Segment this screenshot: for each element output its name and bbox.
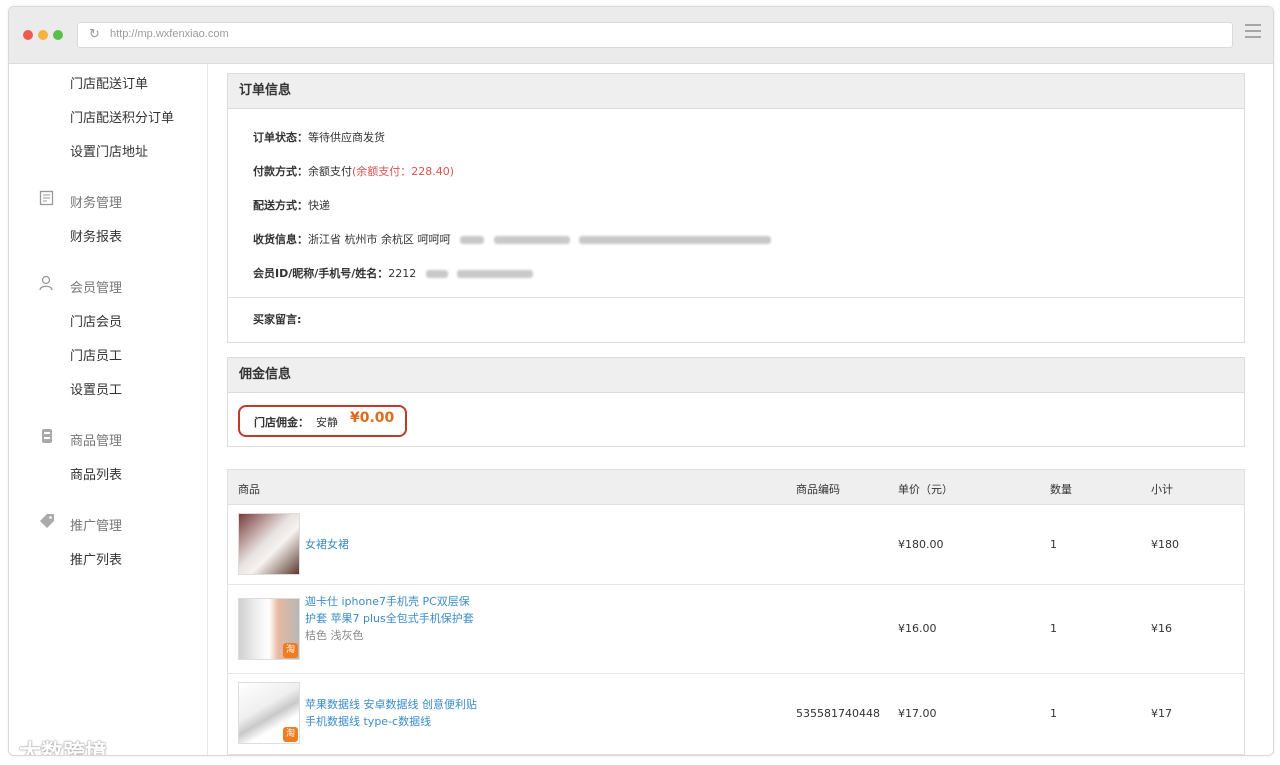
payment-value: 余额支付 (308, 165, 352, 178)
sidebar: 门店配送订单 门店配送积分订单 设置门店地址 财务管理 财务报表 会员管理 门店… (9, 64, 208, 755)
sidebar-item-store-staff[interactable]: 门店员工 (70, 345, 122, 364)
watermark-logo: 大数跨境 (19, 741, 108, 756)
table-row: 女裙女裙 ¥180.00 1 ¥180 (228, 505, 1244, 585)
taobao-badge-icon: 淘 (283, 727, 298, 742)
product-qty: 1 (1050, 622, 1057, 635)
table-row: 淘 苹果数据线 安卓数据线 创意便利贴手机数据线 type-c数据线 53558… (228, 674, 1244, 754)
tag-icon (40, 514, 54, 528)
product-name-link[interactable]: 苹果数据线 安卓数据线 创意便利贴手机数据线 type-c数据线 (305, 696, 480, 730)
commission-panel: 佣金信息 门店佣金： 安静 ¥0.00 (227, 357, 1245, 447)
shipping-value: 快递 (308, 199, 330, 212)
product-spec: 桔色 浅灰色 (305, 629, 364, 642)
browser-window: ↻ http://mp.wxfenxiao.com 门店配送订单 门店配送积分订… (8, 6, 1274, 756)
sidebar-group-goods[interactable]: 商品管理 (70, 430, 122, 449)
product-price: ¥16.00 (898, 622, 937, 635)
member-label: 会员ID/昵称/手机号/姓名： (253, 267, 389, 280)
product-thumbnail[interactable]: 淘 (238, 682, 300, 744)
address-bar-url: http://mp.wxfenxiao.com (110, 28, 229, 40)
payment-detail: (余额支付：228.40) (352, 165, 455, 178)
product-qty: 1 (1050, 538, 1057, 551)
sidebar-item-finance-report[interactable]: 财务报表 (70, 226, 122, 245)
order-info-panel: 订单信息 订单状态：等待供应商发货 付款方式：余额支付(余额支付：228.40)… (227, 73, 1245, 343)
sidebar-item-store-delivery-orders[interactable]: 门店配送订单 (70, 73, 148, 92)
reload-icon[interactable]: ↻ (89, 27, 100, 42)
close-window-button[interactable] (23, 30, 33, 40)
hamburger-menu-icon[interactable] (1245, 24, 1261, 42)
product-thumbnail[interactable] (238, 513, 300, 575)
order-status-value: 等待供应商发货 (308, 131, 385, 144)
sidebar-item-store-address[interactable]: 设置门店地址 (70, 141, 148, 160)
taobao-badge-icon: 淘 (283, 643, 298, 658)
product-name: 迦卡仕 iphone7手机壳 PC双层保护套 苹果7 plus全包式手机保护套 (305, 595, 474, 625)
product-thumbnail[interactable]: 淘 (238, 598, 300, 660)
divider (228, 297, 1244, 298)
sidebar-item-store-points-orders[interactable]: 门店配送积分订单 (70, 107, 174, 126)
address-bar[interactable]: ↻ http://mp.wxfenxiao.com (77, 22, 1233, 48)
address-row: 收货信息：浙江省 杭州市 余杭区 呵呵呵 (253, 231, 771, 247)
product-code: 535581740448 (796, 707, 880, 720)
sidebar-item-goods-list[interactable]: 商品列表 (70, 464, 122, 483)
header-product: 商品 (238, 483, 260, 496)
address-value: 浙江省 杭州市 余杭区 呵呵呵 (308, 233, 451, 246)
product-name-link[interactable]: 迦卡仕 iphone7手机壳 PC双层保护套 苹果7 plus全包式手机保护套 … (305, 593, 480, 644)
commission-label: 门店佣金： (254, 416, 309, 429)
buyer-note-label: 买家留言: (253, 313, 302, 326)
product-name-link[interactable]: 女裙女裙 (305, 536, 480, 553)
buyer-note-row: 买家留言: (253, 311, 301, 327)
goods-icon (42, 429, 52, 443)
product-price: ¥17.00 (898, 707, 937, 720)
order-status-row: 订单状态：等待供应商发货 (253, 129, 385, 145)
maximize-window-button[interactable] (53, 30, 63, 40)
table-row: 淘 迦卡仕 iphone7手机壳 PC双层保护套 苹果7 plus全包式手机保护… (228, 585, 1244, 674)
header-code: 商品编码 (796, 483, 840, 496)
browser-toolbar: ↻ http://mp.wxfenxiao.com (9, 7, 1273, 64)
payment-label: 付款方式： (253, 165, 308, 178)
product-subtotal: ¥16 (1151, 622, 1172, 635)
header-qty: 数量 (1050, 483, 1072, 496)
redacted-member-phone (457, 270, 534, 278)
header-subtotal: 小计 (1151, 483, 1173, 496)
sidebar-group-members[interactable]: 会员管理 (70, 277, 122, 296)
product-subtotal: ¥17 (1151, 707, 1172, 720)
finance-icon (39, 190, 54, 206)
product-subtotal: ¥180 (1151, 538, 1179, 551)
sidebar-item-set-staff[interactable]: 设置员工 (70, 379, 122, 398)
product-price: ¥180.00 (898, 538, 944, 551)
member-row: 会员ID/昵称/手机号/姓名：2212 (253, 265, 534, 281)
commission-title: 佣金信息 (228, 358, 1244, 393)
redacted-phone (493, 236, 570, 244)
commission-highlight: 门店佣金： 安静 ¥0.00 (238, 405, 407, 437)
payment-row: 付款方式：余额支付(余额支付：228.40) (253, 163, 454, 179)
redacted-id-number (579, 236, 771, 244)
sidebar-group-finance[interactable]: 财务管理 (70, 192, 122, 211)
minimize-window-button[interactable] (38, 30, 48, 40)
order-status-label: 订单状态： (253, 131, 308, 144)
header-price: 单价（元） (898, 483, 953, 496)
address-label: 收货信息： (253, 233, 308, 246)
member-id: 2212 (388, 267, 417, 280)
redacted-name (460, 236, 484, 244)
table-header: 商品 商品编码 单价（元） 数量 小计 (228, 470, 1244, 505)
member-icon (39, 275, 53, 291)
shipping-label: 配送方式： (253, 199, 308, 212)
sidebar-item-promotion-list[interactable]: 推广列表 (70, 549, 122, 568)
commission-amount: ¥0.00 (350, 410, 395, 426)
commission-name: 安静 (316, 416, 338, 429)
sidebar-item-store-members[interactable]: 门店会员 (70, 311, 122, 330)
product-table: 商品 商品编码 单价（元） 数量 小计 女裙女裙 ¥180.00 1 ¥180 … (227, 469, 1245, 755)
sidebar-group-promotion[interactable]: 推广管理 (70, 515, 122, 534)
order-info-title: 订单信息 (228, 74, 1244, 109)
redacted-nickname (425, 270, 448, 278)
product-qty: 1 (1050, 707, 1057, 720)
shipping-row: 配送方式：快递 (253, 197, 330, 213)
